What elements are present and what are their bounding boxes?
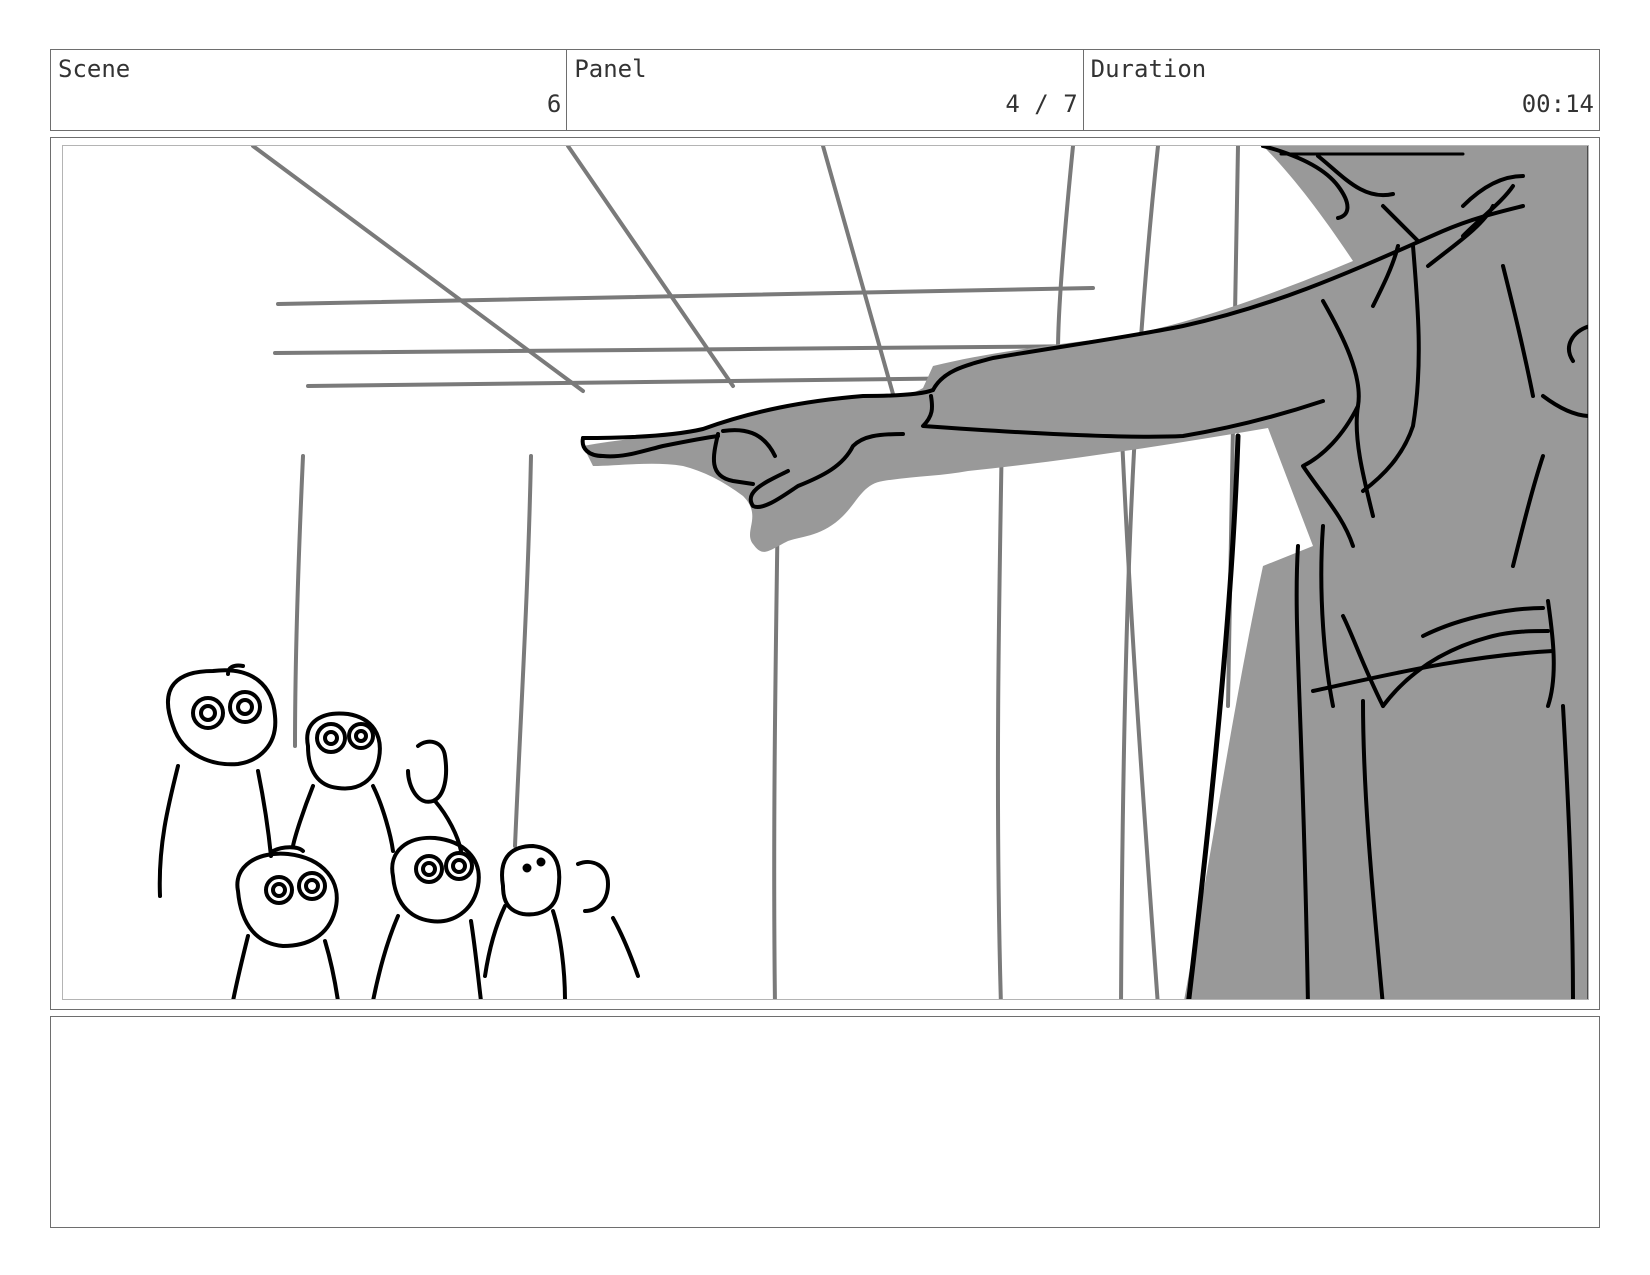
scene-value: 6 [546,90,562,118]
panel-notes-area [50,1016,1600,1228]
duration-label: Duration [1090,55,1207,83]
storyboard-panel [50,137,1600,1010]
storyboard-header: Scene 6 Panel 4 / 7 Duration 00:14 [50,49,1600,131]
panel-drawing-area [62,145,1589,1000]
panel-value: 4 / 7 [1005,90,1078,118]
crowd-figures [157,663,640,999]
scene-cell: Scene 6 [51,50,568,130]
background-lines [251,146,1240,999]
scene-label: Scene [58,55,131,83]
duration-value: 00:14 [1521,90,1594,118]
panel-cell: Panel 4 / 7 [567,50,1084,130]
duration-cell: Duration 00:14 [1084,50,1599,130]
storyboard-sketch [157,146,1588,999]
pointing-figure [580,146,1588,999]
panel-label: Panel [574,55,647,83]
